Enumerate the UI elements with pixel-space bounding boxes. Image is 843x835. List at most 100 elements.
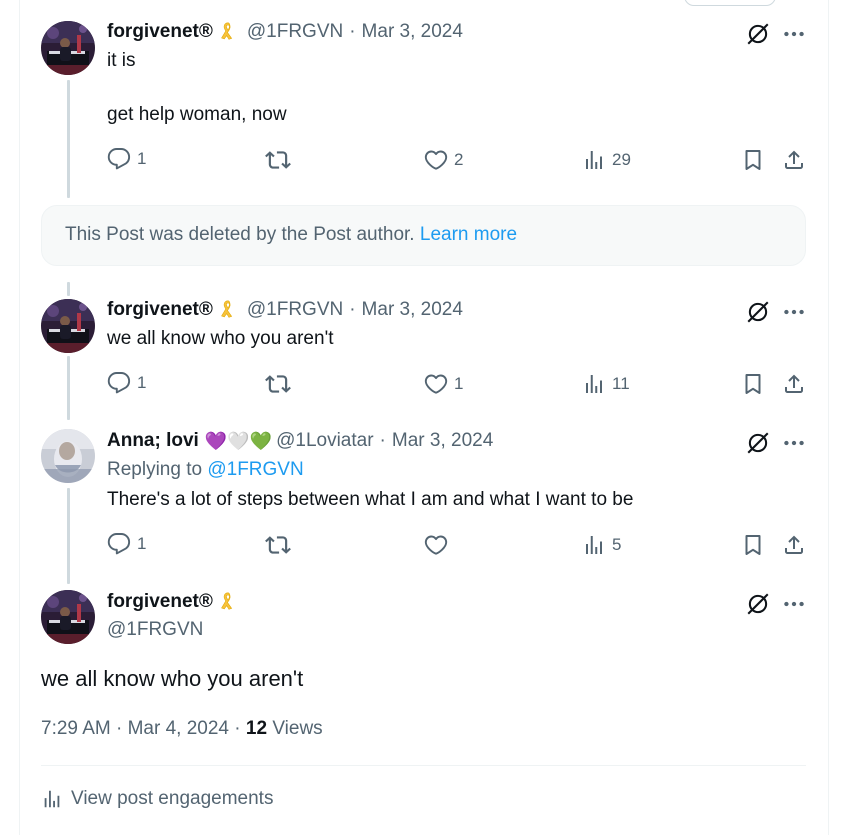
repost-icon	[265, 532, 291, 558]
repost-button[interactable]	[265, 532, 291, 558]
like-icon	[424, 372, 448, 396]
more-icon[interactable]	[781, 299, 807, 325]
view-engagements-link[interactable]: View post engagements	[41, 788, 273, 810]
reply-button[interactable]: 1	[107, 371, 146, 395]
deleted-post-notice: This Post was deleted by the Post author…	[41, 205, 806, 266]
author-handle[interactable]: @1FRGVN	[247, 299, 343, 321]
separator: ·	[349, 299, 356, 320]
grok-icon[interactable]	[745, 21, 771, 47]
post-text: There's a lot of steps between what I am…	[107, 489, 634, 510]
post-date[interactable]: Mar 3, 2024	[392, 430, 493, 452]
thread-line	[67, 488, 70, 584]
repost-button[interactable]	[265, 147, 291, 173]
separator: ·	[116, 718, 123, 739]
repost-icon	[265, 147, 291, 173]
engagements-label: View post engagements	[71, 788, 274, 809]
author-name[interactable]: forgivenet®	[107, 299, 213, 321]
bookmark-icon	[741, 372, 765, 396]
bookmark-button[interactable]	[741, 148, 765, 172]
like-icon	[424, 533, 448, 557]
more-icon[interactable]	[781, 21, 807, 47]
author-handle[interactable]: @1Loviatar	[276, 430, 373, 452]
main-author: forgivenet®	[107, 591, 239, 613]
main-post-text: we all know who you aren't	[41, 666, 304, 691]
more-icon[interactable]	[781, 430, 807, 456]
ribbon-icon	[217, 21, 239, 43]
share-icon	[782, 533, 806, 557]
views-icon	[582, 372, 606, 396]
post-meta: 7:29 AM · Mar 4, 2024 · 12 Views	[41, 718, 323, 740]
reply-icon	[107, 147, 131, 171]
post-header: forgivenet® @1FRGVN · Mar 3, 2024	[107, 21, 463, 43]
reply-button[interactable]: 1	[107, 532, 146, 556]
post-date[interactable]: Mar 3, 2024	[362, 21, 463, 43]
grok-icon[interactable]	[745, 299, 771, 325]
share-button[interactable]	[782, 533, 806, 557]
ribbon-icon	[217, 591, 239, 613]
reply-count: 1	[137, 534, 147, 553]
bookmark-button[interactable]	[741, 372, 765, 396]
thread-line	[67, 282, 70, 296]
avatar[interactable]	[41, 590, 95, 644]
more-icon[interactable]	[781, 591, 807, 617]
divider	[41, 765, 806, 766]
share-button[interactable]	[782, 372, 806, 396]
post-header: Anna; lovi 💜🤍💚 @1Loviatar · Mar 3, 2024	[107, 430, 493, 452]
post-text: we all know who you aren't	[107, 328, 334, 349]
heart-emojis: 💜🤍💚	[204, 430, 273, 451]
bookmark-icon	[741, 533, 765, 557]
ribbon-icon	[217, 299, 239, 321]
post-time[interactable]: 7:29 AM	[41, 718, 111, 739]
views-icon	[582, 533, 606, 557]
bookmark-icon	[741, 148, 765, 172]
repost-button[interactable]	[265, 371, 291, 397]
share-button[interactable]	[782, 148, 806, 172]
views-count: 29	[612, 150, 631, 169]
like-button[interactable]	[424, 533, 448, 557]
like-button[interactable]: 1	[424, 372, 463, 396]
author-handle[interactable]: @1FRGVN	[247, 21, 343, 43]
views-label: Views	[272, 718, 323, 739]
views-button[interactable]: 29	[582, 148, 631, 172]
views-count: 5	[612, 535, 622, 554]
separator: ·	[234, 718, 241, 739]
avatar[interactable]	[41, 299, 95, 353]
views-count: 12	[245, 718, 268, 739]
reply-count: 1	[137, 149, 147, 168]
avatar[interactable]	[41, 429, 95, 483]
reply-icon	[107, 532, 131, 556]
grok-icon[interactable]	[745, 430, 771, 456]
author-name[interactable]: Anna; lovi	[107, 430, 199, 452]
repost-icon	[265, 371, 291, 397]
reply-count: 1	[137, 373, 147, 392]
author-name[interactable]: forgivenet®	[107, 21, 213, 43]
replying-label: Replying to	[107, 459, 203, 480]
thread-line	[67, 356, 70, 420]
author-name[interactable]: forgivenet®	[107, 591, 213, 613]
bookmark-button[interactable]	[741, 533, 765, 557]
views-icon	[41, 788, 63, 810]
replying-handle-link[interactable]: @1FRGVN	[207, 459, 303, 480]
views-count: 11	[612, 374, 630, 393]
views-button[interactable]: 11	[582, 372, 630, 396]
reply-button[interactable]: 1	[107, 147, 146, 171]
thread-line	[67, 80, 70, 198]
views-icon	[582, 148, 606, 172]
like-count: 2	[454, 150, 464, 169]
top-pill-button[interactable]	[684, 0, 776, 6]
separator: ·	[349, 21, 356, 42]
post-date[interactable]: Mar 3, 2024	[362, 299, 463, 321]
views-button[interactable]: 5	[582, 533, 621, 557]
like-button[interactable]: 2	[424, 148, 463, 172]
grok-icon[interactable]	[745, 591, 771, 617]
like-count: 1	[454, 374, 464, 393]
separator: ·	[379, 430, 386, 451]
share-icon	[782, 148, 806, 172]
learn-more-link[interactable]: Learn more	[420, 224, 517, 245]
deleted-message: This Post was deleted by the Post author…	[65, 224, 415, 245]
post-text: it is	[107, 50, 136, 71]
like-icon	[424, 148, 448, 172]
avatar[interactable]	[41, 21, 95, 75]
author-handle[interactable]: @1FRGVN	[107, 619, 203, 641]
post-date[interactable]: Mar 4, 2024	[128, 718, 229, 739]
